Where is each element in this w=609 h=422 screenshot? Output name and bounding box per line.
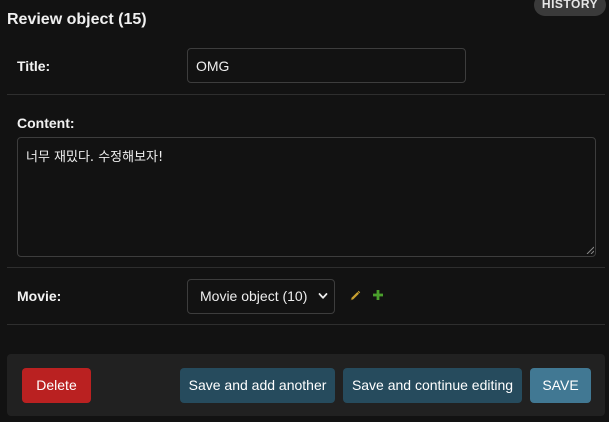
divider (7, 94, 605, 95)
history-button[interactable]: HISTORY (534, 0, 606, 16)
page-title: Review object (15) (7, 11, 147, 28)
movie-select[interactable]: Movie object (10) (187, 279, 335, 314)
movie-label: Movie: (17, 288, 62, 304)
pencil-icon[interactable] (349, 290, 361, 302)
resize-grip-icon[interactable] (586, 246, 594, 254)
divider (7, 267, 605, 268)
content-textarea[interactable]: 너무 재밌다. 수정해보자! (17, 137, 596, 257)
save-button[interactable]: SAVE (530, 368, 591, 403)
title-label: Title: (17, 58, 51, 74)
movie-select-value: Movie object (10) (200, 288, 308, 304)
divider (7, 324, 605, 325)
content-label: Content: (17, 115, 75, 131)
change-form-page: HISTORY Review object (15) Title: Conten… (0, 0, 609, 422)
delete-button[interactable]: Delete (22, 368, 91, 403)
save-and-continue-button[interactable]: Save and continue editing (343, 368, 522, 403)
title-input[interactable] (187, 48, 466, 83)
chevron-down-icon (318, 293, 328, 299)
plus-icon[interactable] (372, 289, 384, 301)
save-and-add-another-button[interactable]: Save and add another (180, 368, 335, 403)
